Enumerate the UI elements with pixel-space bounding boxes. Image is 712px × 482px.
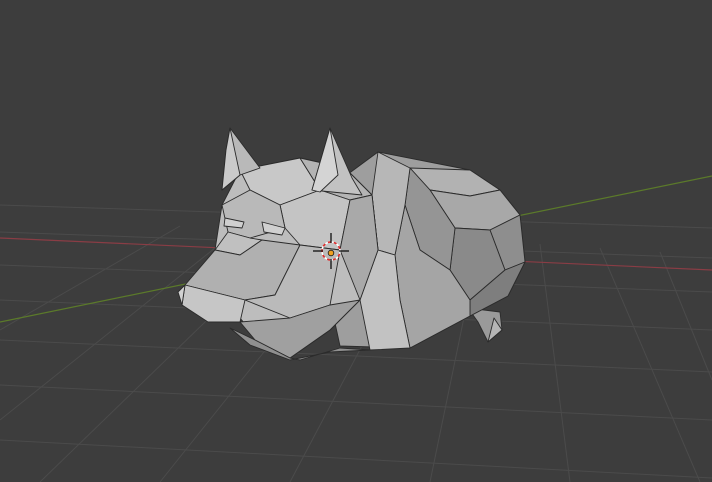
3d-viewport[interactable] (0, 0, 712, 482)
origin-dot-icon (327, 249, 335, 257)
wolf-mesh[interactable] (177, 127, 526, 361)
viewport-canvas[interactable] (0, 0, 712, 482)
